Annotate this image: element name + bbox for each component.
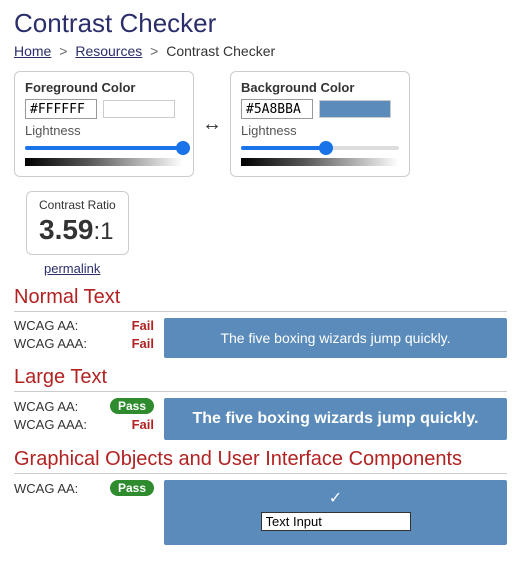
ui-aa-label: WCAG AA: <box>14 481 78 496</box>
permalink-link[interactable]: permalink <box>44 261 507 276</box>
section-title-normal: Normal Text <box>14 286 507 312</box>
foreground-gradient <box>25 158 183 166</box>
breadcrumb-sep: > <box>59 43 67 59</box>
background-panel: Background Color Lightness <box>230 71 410 177</box>
section-title-large: Large Text <box>14 366 507 392</box>
section-title-ui: Graphical Objects and User Interface Com… <box>14 448 507 474</box>
swap-icon[interactable]: ↔ <box>200 113 224 136</box>
normal-aaa-label: WCAG AAA: <box>14 336 87 351</box>
normal-text-preview: The five boxing wizards jump quickly. <box>164 318 507 358</box>
breadcrumb-sep: > <box>150 43 158 59</box>
large-aaa-result: Fail <box>132 417 154 432</box>
contrast-ratio-label: Contrast Ratio <box>39 198 116 212</box>
breadcrumb-current: Contrast Checker <box>166 43 275 59</box>
background-lightness-label: Lightness <box>241 123 399 138</box>
background-lightness-slider[interactable] <box>241 142 399 154</box>
background-label: Background Color <box>241 80 399 95</box>
background-gradient <box>241 158 399 166</box>
breadcrumb-home[interactable]: Home <box>14 43 51 59</box>
foreground-hex-input[interactable] <box>25 99 97 119</box>
normal-aa-result: Fail <box>132 318 154 333</box>
foreground-lightness-label: Lightness <box>25 123 183 138</box>
contrast-ratio-value: 3.59:1 <box>39 214 116 246</box>
ui-aa-result: Pass <box>110 480 154 496</box>
ui-preview: ✓ <box>164 480 507 545</box>
foreground-label: Foreground Color <box>25 80 183 95</box>
contrast-ratio-box: Contrast Ratio 3.59:1 <box>26 191 129 255</box>
foreground-panel: Foreground Color Lightness <box>14 71 194 177</box>
background-hex-input[interactable] <box>241 99 313 119</box>
large-aa-label: WCAG AA: <box>14 399 78 414</box>
check-icon: ✓ <box>329 488 342 508</box>
breadcrumb-resources[interactable]: Resources <box>75 43 142 59</box>
large-text-preview: The five boxing wizards jump quickly. <box>164 398 507 440</box>
sample-text-input[interactable] <box>261 512 411 531</box>
large-aaa-label: WCAG AAA: <box>14 417 87 432</box>
normal-aaa-result: Fail <box>132 336 154 351</box>
page-title: Contrast Checker <box>14 8 507 39</box>
large-aa-result: Pass <box>110 398 154 414</box>
background-swatch[interactable] <box>319 100 391 118</box>
normal-aa-label: WCAG AA: <box>14 318 78 333</box>
foreground-swatch[interactable] <box>103 100 175 118</box>
foreground-lightness-slider[interactable] <box>25 142 183 154</box>
breadcrumb: Home > Resources > Contrast Checker <box>14 43 507 59</box>
